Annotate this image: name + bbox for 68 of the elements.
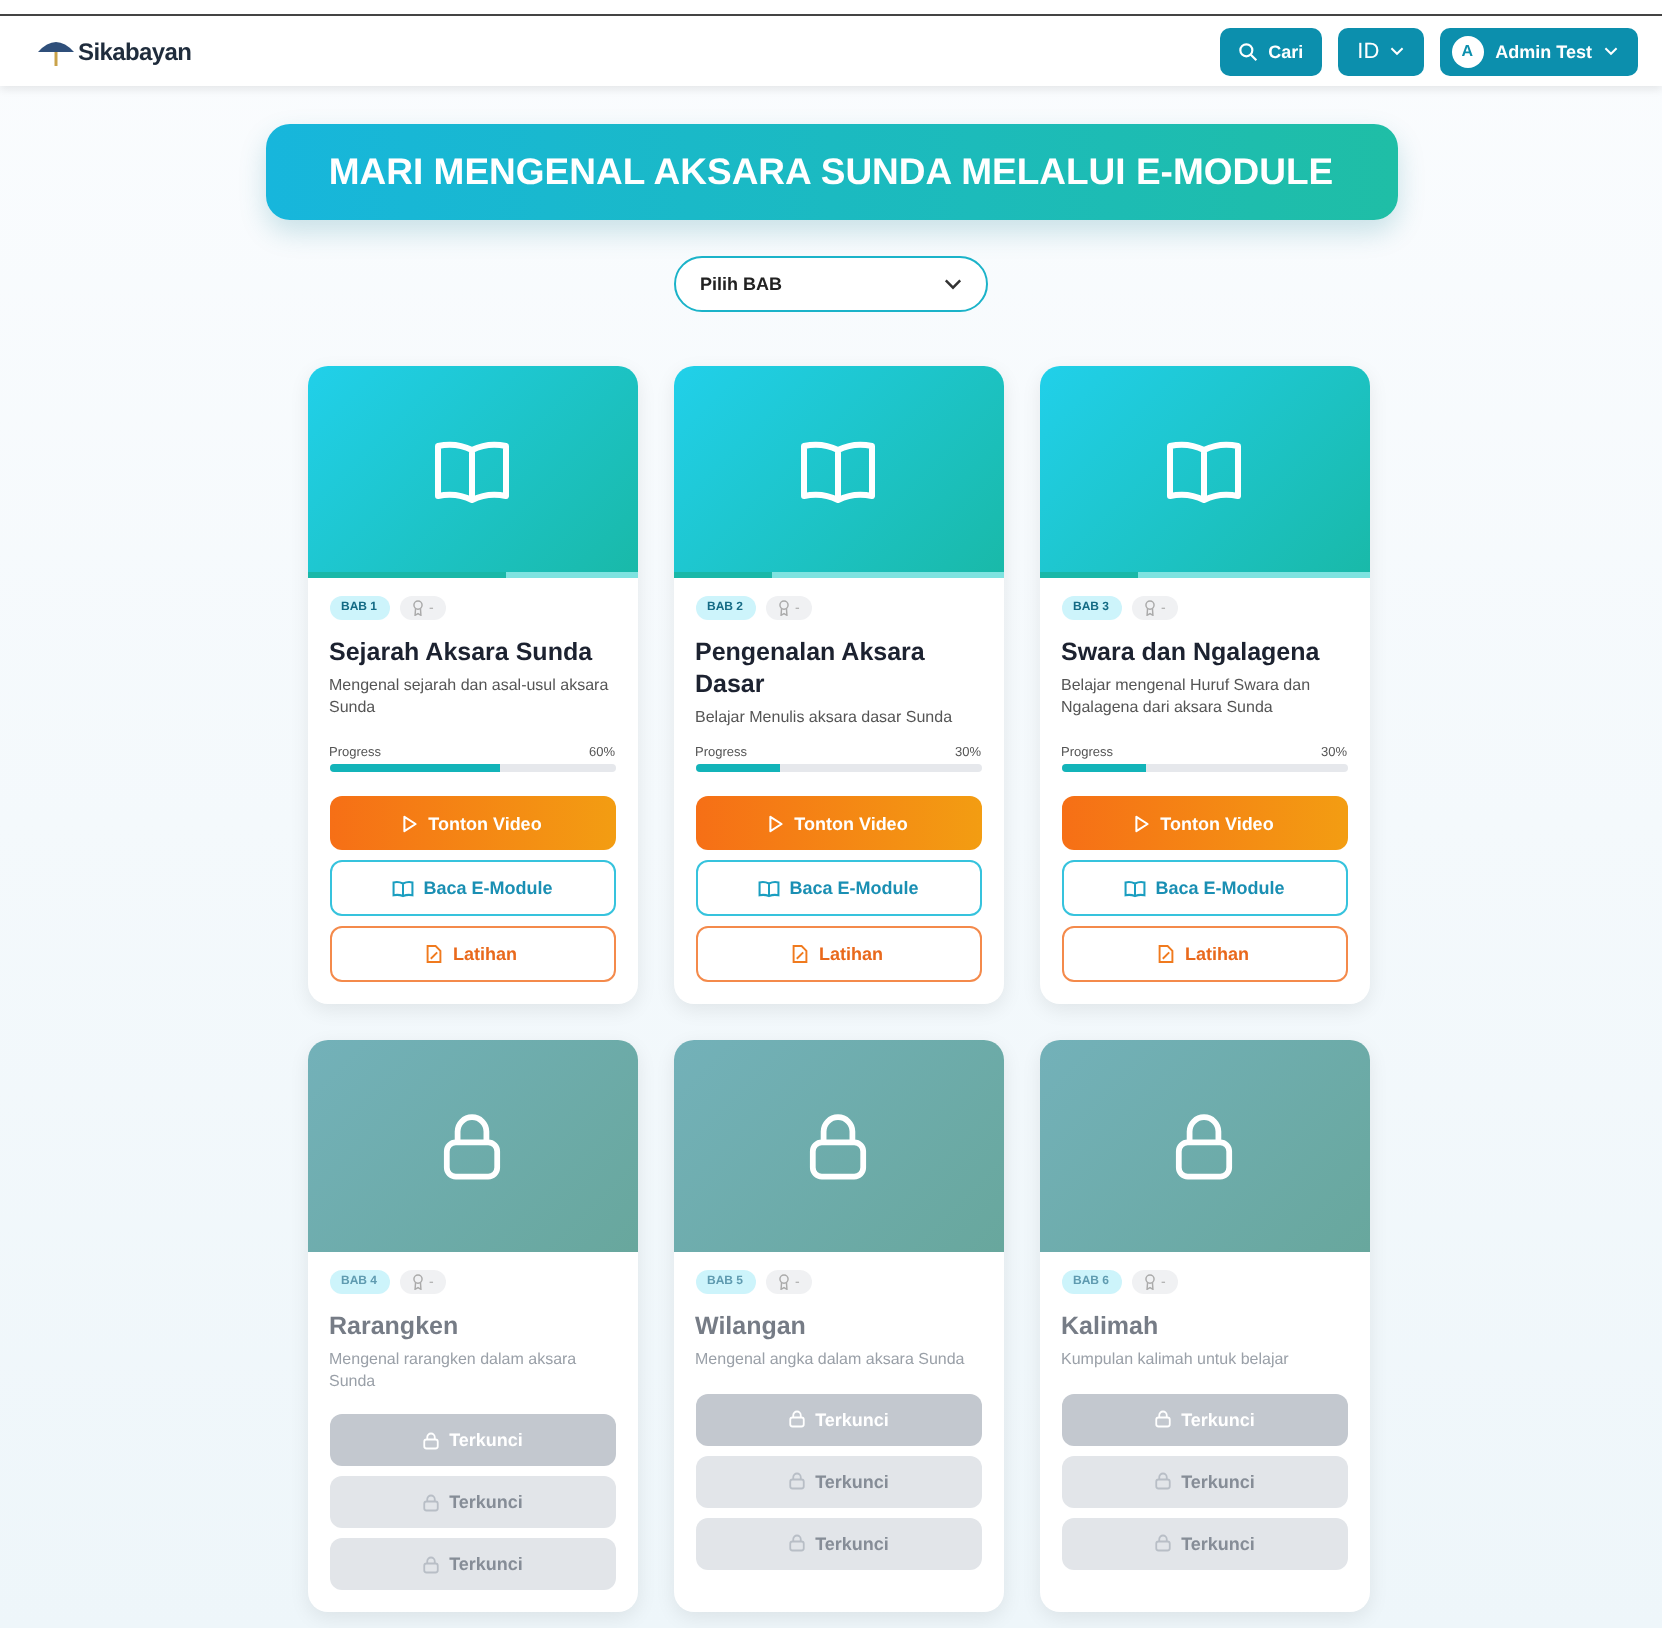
chapter-description: Belajar Menulis aksara dasar Sunda xyxy=(695,708,955,729)
padlock-icon xyxy=(787,1410,806,1428)
watch-video-button[interactable]: Tonton Video xyxy=(1061,796,1347,850)
locked-button[interactable]: Terkunci xyxy=(695,1517,981,1569)
chapter-description: Mengenal angka dalam aksara Sunda xyxy=(695,1350,967,1371)
chapter-title: Kalimah xyxy=(1061,1310,1161,1342)
padlock-icon xyxy=(421,1493,440,1511)
locked-button[interactable]: Terkunci xyxy=(1061,1455,1347,1507)
locked-button[interactable]: Terkunci xyxy=(1061,1517,1347,1569)
open-book-icon xyxy=(1164,438,1244,506)
open-book-icon xyxy=(432,438,512,506)
medal-icon xyxy=(1143,1274,1156,1290)
play-icon xyxy=(768,813,785,833)
search-button[interactable]: Cari xyxy=(1220,27,1322,75)
chapter-description: Kumpulan kalimah untuk belajar xyxy=(1061,1350,1291,1371)
document-pen-icon xyxy=(426,944,443,964)
open-book-icon xyxy=(798,438,878,506)
chapter-description: Belajar mengenal Huruf Swara dan Ngalagena dari aksara Sunda xyxy=(1061,676,1313,718)
chevron-down-icon xyxy=(1604,46,1618,56)
medal-icon xyxy=(411,1274,424,1290)
locked-button[interactable]: Terkunci xyxy=(1061,1393,1347,1445)
read-module-button[interactable]: Baca E-Module xyxy=(329,860,615,916)
document-pen-icon xyxy=(1158,944,1175,964)
locked-button[interactable]: Terkunci xyxy=(329,1538,615,1590)
chapter-description: Mengenal rarangken dalam aksara Sunda xyxy=(329,1350,579,1392)
chapter-title: Rarangken xyxy=(329,1310,461,1342)
padlock-icon xyxy=(421,1555,440,1573)
user-menu[interactable]: A Admin Test xyxy=(1439,27,1638,75)
padlock-icon xyxy=(1153,1534,1172,1552)
book-icon xyxy=(1123,879,1146,897)
padlock-icon xyxy=(787,1534,806,1552)
search-icon xyxy=(1238,41,1259,61)
exercise-button[interactable]: Latihan xyxy=(1061,926,1347,982)
padlock-icon xyxy=(1153,1472,1172,1490)
chapter-title: Pengenalan Aksara Dasar xyxy=(695,636,927,700)
medal-icon xyxy=(1143,600,1156,616)
book-icon xyxy=(391,879,414,897)
chevron-down-icon xyxy=(1389,46,1404,56)
document-pen-icon xyxy=(792,944,809,964)
chapter-select[interactable]: Pilih BAB xyxy=(674,256,988,312)
exercise-button[interactable]: Latihan xyxy=(695,926,981,982)
chapter-title: Sejarah Aksara Sunda xyxy=(329,636,595,668)
padlock-icon xyxy=(1153,1410,1172,1428)
language-dropdown[interactable]: ID xyxy=(1337,27,1424,75)
play-icon xyxy=(402,813,419,833)
exercise-button[interactable]: Latihan xyxy=(329,926,615,982)
read-module-button[interactable]: Baca E-Module xyxy=(1061,860,1347,916)
locked-button[interactable]: Terkunci xyxy=(695,1455,981,1507)
padlock-icon xyxy=(787,1472,806,1490)
watch-video-button[interactable]: Tonton Video xyxy=(329,796,615,850)
chapter-title: Swara dan Ngalagena xyxy=(1061,636,1322,668)
book-icon xyxy=(757,879,780,897)
play-icon xyxy=(1134,813,1151,833)
watch-video-button[interactable]: Tonton Video xyxy=(695,796,981,850)
read-module-button[interactable]: Baca E-Module xyxy=(695,860,981,916)
locked-button[interactable]: Terkunci xyxy=(329,1476,615,1528)
banner-title: MARI MENGENAL AKSARA SUNDA MELALUI E-MODULE xyxy=(328,150,1334,194)
user-avatar: A xyxy=(1451,35,1484,67)
chapter-title: Wilangan xyxy=(695,1310,808,1342)
chevron-down-icon xyxy=(944,278,962,290)
locked-button[interactable]: Terkunci xyxy=(329,1414,615,1466)
app-logo-text[interactable]: Sikabayan xyxy=(78,37,192,65)
locked-button[interactable]: Terkunci xyxy=(695,1393,981,1445)
medal-icon xyxy=(777,1274,790,1290)
medal-icon xyxy=(411,600,424,616)
chapter-description: Mengenal sejarah dan asal-usul aksara Sunda xyxy=(329,676,611,718)
padlock-icon xyxy=(421,1431,440,1449)
medal-icon xyxy=(777,600,790,616)
